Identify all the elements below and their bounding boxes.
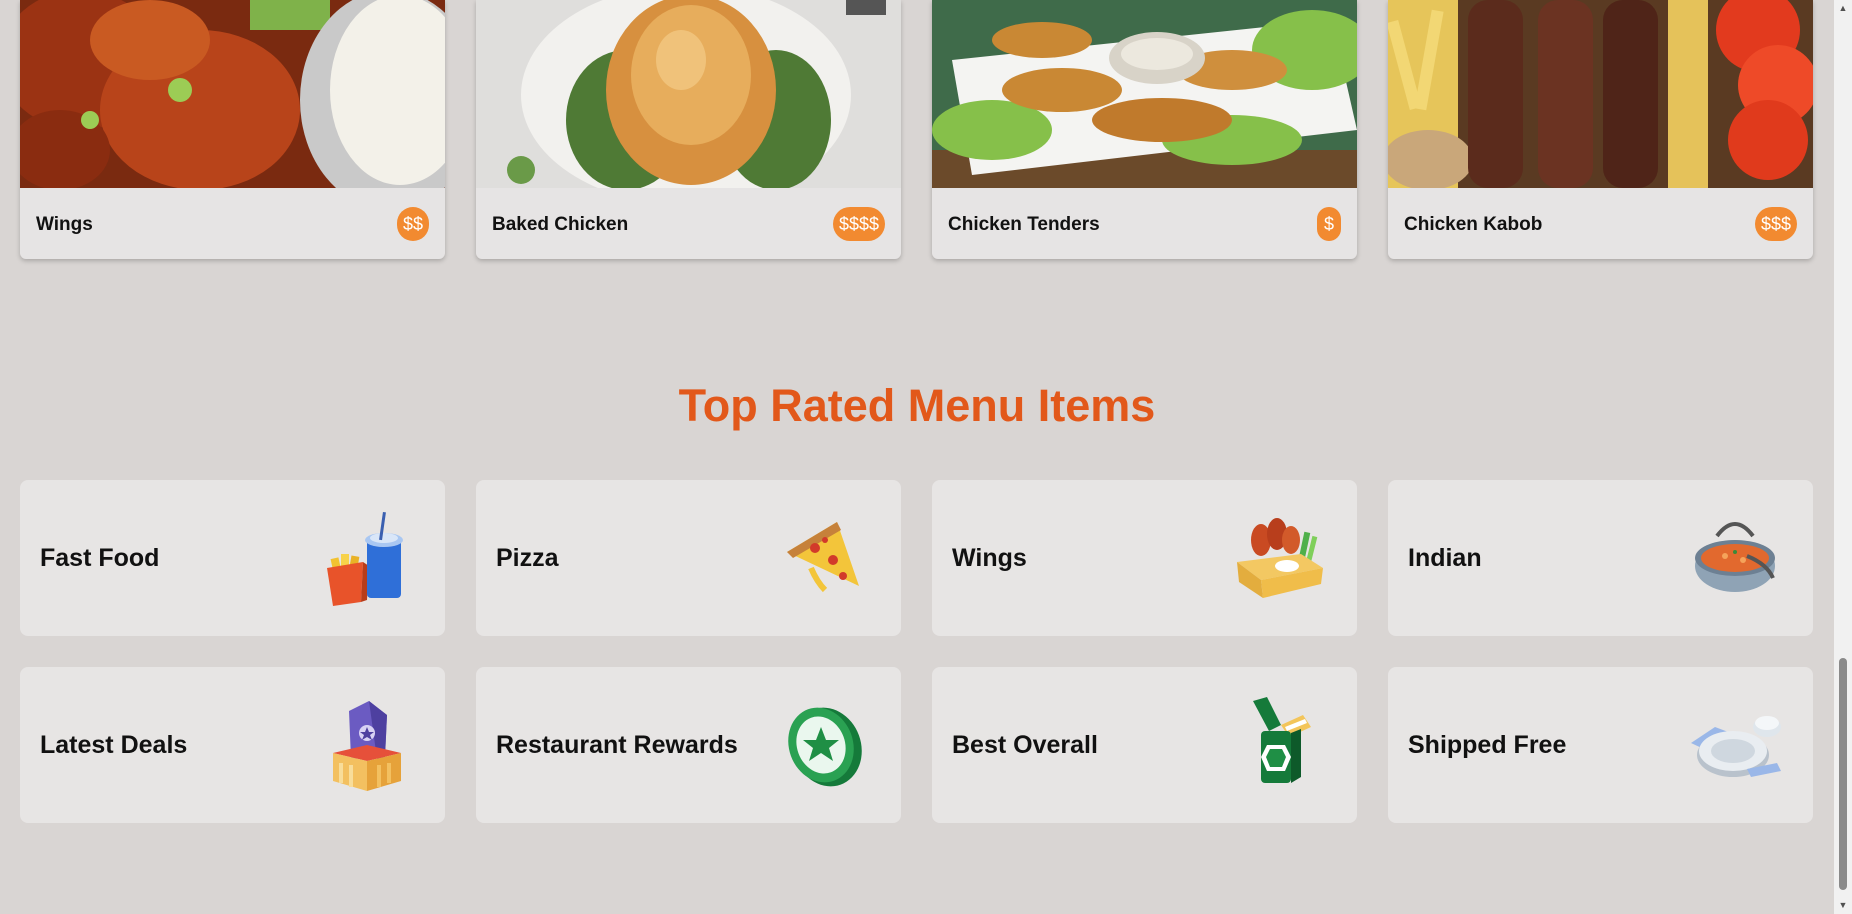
category-card-latest-deals[interactable]: Latest Deals [20,667,445,823]
food-card-name: Chicken Kabob [1404,214,1543,235]
best-overall-icon [1231,697,1327,793]
category-label: Latest Deals [40,731,188,759]
food-card-chicken-tenders[interactable]: Chicken Tenders $ [932,0,1357,259]
category-card-best-overall[interactable]: Best Overall [932,667,1357,823]
top-rated-title: Top Rated Menu Items [678,380,1156,431]
food-card-baked-chicken[interactable]: Baked Chicken $$$$ [476,0,901,259]
category-card-pizza[interactable]: Pizza [476,480,901,636]
category-label: Fast Food [40,544,160,572]
category-label: Restaurant Rewards [496,731,738,759]
category-card-fast-food[interactable]: Fast Food [20,480,445,636]
price-badge: $$$ [1754,207,1797,241]
pizza-icon [775,510,871,606]
category-card-wings[interactable]: Wings [932,480,1357,636]
scroll-up-arrow-icon[interactable]: ▲ [1834,0,1852,17]
price-badge: $$$$ [832,207,885,241]
food-image-wings [20,0,445,188]
food-card-name: Chicken Tenders [948,214,1100,235]
category-label: Wings [952,544,1027,572]
rewards-icon [775,697,871,793]
wings-icon [1231,510,1327,606]
category-label: Pizza [496,544,559,572]
category-label: Shipped Free [1408,731,1567,759]
food-card-name: Wings [36,214,93,235]
shipped-free-icon [1687,697,1783,793]
food-card-wings[interactable]: Wings $$ [20,0,445,259]
category-card-restaurant-rewards[interactable]: Restaurant Rewards [476,667,901,823]
deals-icon [319,697,415,793]
category-grid: Fast Food Pizza Wings Indian Latest Deal… [20,480,1814,825]
food-card-chicken-kabob[interactable]: Chicken Kabob $$$ [1388,0,1813,259]
food-image-baked-chicken [476,0,901,188]
food-image-chicken-kabob [1388,0,1813,188]
scroll-thumb[interactable] [1839,658,1847,890]
category-label: Best Overall [952,731,1098,759]
food-card-row: Wings $$ Baked Chicken $$$$ Chicken Tend… [20,0,1814,260]
category-card-indian[interactable]: Indian [1388,480,1813,636]
category-card-shipped-free[interactable]: Shipped Free [1388,667,1813,823]
food-card-name: Baked Chicken [492,214,629,235]
scroll-down-arrow-icon[interactable]: ▼ [1834,897,1852,914]
page-scrollbar[interactable]: ▲ ▼ [1834,0,1852,914]
indian-icon [1687,510,1783,606]
price-badge: $ [1317,207,1341,241]
category-label: Indian [1408,544,1482,572]
food-image-chicken-tenders [932,0,1357,188]
fast-food-icon [319,510,415,606]
price-badge: $$ [396,207,429,241]
